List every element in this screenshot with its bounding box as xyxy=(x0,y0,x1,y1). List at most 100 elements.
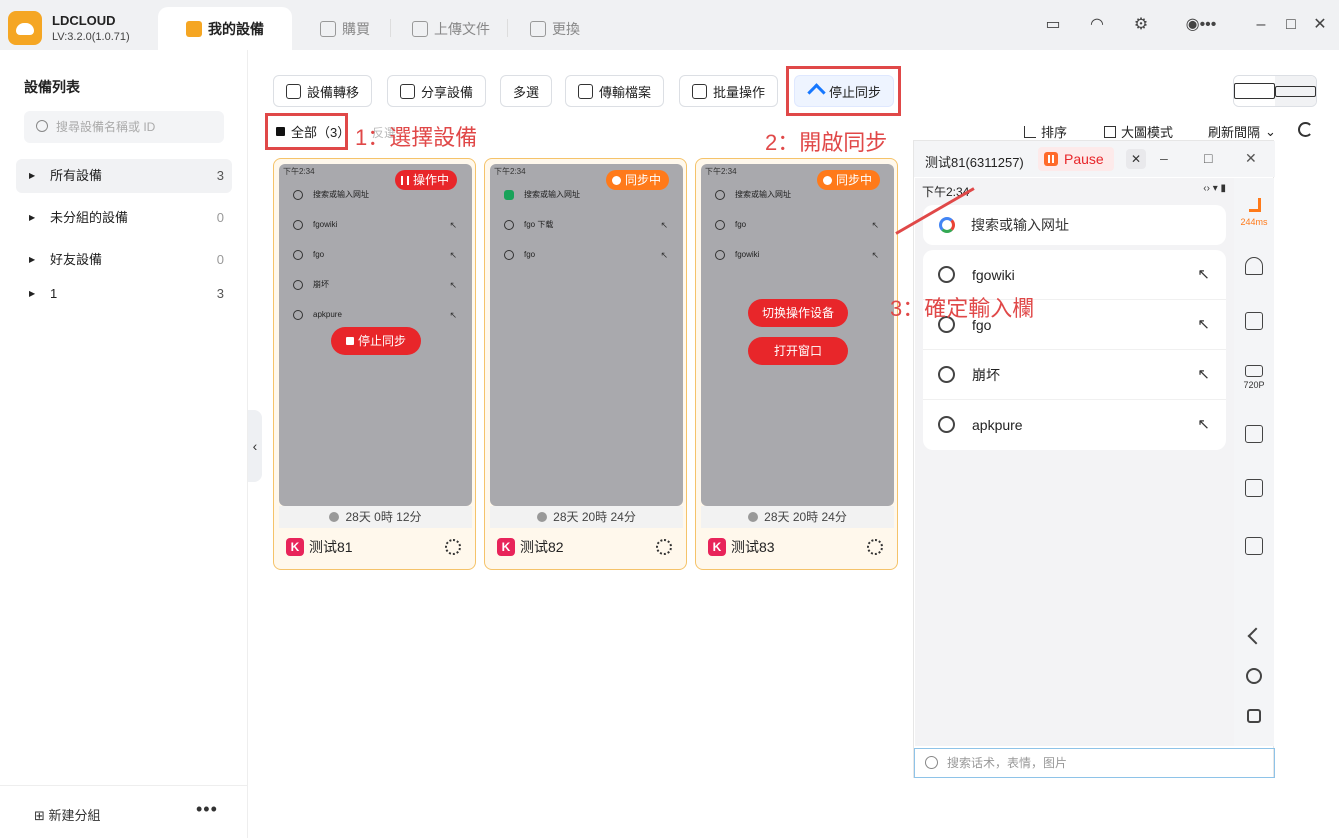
maximize-icon[interactable]: □ xyxy=(1204,150,1212,166)
multi-select-button[interactable]: 多選 xyxy=(500,75,553,107)
stack-icon xyxy=(692,83,707,99)
history-row[interactable]: 崩坏 ↖ xyxy=(923,350,1226,400)
device-side-toolbar: 244ms 720P xyxy=(1234,178,1274,746)
fullscreen-tool[interactable] xyxy=(1244,536,1264,556)
volume-down-tool[interactable] xyxy=(1244,478,1264,498)
hd-icon xyxy=(1245,365,1263,377)
landscape-icon xyxy=(1275,85,1316,97)
keyboard-tool[interactable] xyxy=(1244,311,1264,331)
arrow-icon[interactable]: ↖ xyxy=(1197,300,1210,350)
device-search-input[interactable]: 搜尋設備名稱或 ID xyxy=(24,111,224,143)
google-icon xyxy=(715,190,725,200)
pin-tool[interactable] xyxy=(1244,256,1264,276)
sidebar-item-friends[interactable]: ▶ 好友設備 0 xyxy=(16,243,232,277)
device-screen[interactable]: 下午2:34 搜索或输入网址 fgowiki ↖ fgo ↖ 崩坏 ↖ apkpure… xyxy=(279,164,472,506)
new-group-button[interactable]: ⊞ 新建分組 xyxy=(34,805,101,824)
recent-apps-icon[interactable] xyxy=(1247,709,1261,723)
badge-label: 同步中 xyxy=(625,173,662,187)
volume-up-tool[interactable] xyxy=(1244,424,1264,444)
browser-search-input[interactable]: 搜索或输入网址 xyxy=(923,205,1226,245)
row-label: 搜索或输入网址 xyxy=(524,190,580,199)
message-icon[interactable]: ▭ xyxy=(1042,14,1064,36)
history-row: fgowiki ↖ xyxy=(709,244,887,266)
support-icon[interactable]: ◠ xyxy=(1086,14,1108,36)
button-label: 批量操作 xyxy=(713,84,766,100)
device-name-label: 测试81 xyxy=(309,539,353,555)
share-device-button[interactable]: 分享設備 xyxy=(387,75,487,107)
device-name: K 测试83 xyxy=(708,537,775,557)
tab-purchase[interactable]: 購買 xyxy=(320,7,370,50)
quality-tool[interactable]: 720P xyxy=(1243,364,1265,390)
home-icon[interactable] xyxy=(1246,668,1262,684)
arrow-icon[interactable]: ↖ xyxy=(1197,350,1210,400)
close-tab-icon[interactable]: ✕ xyxy=(1126,149,1146,169)
minimize-icon[interactable]: – xyxy=(1250,14,1272,36)
chevron-down-icon: ⌄ xyxy=(1265,123,1276,139)
input-placeholder: 搜索话术，表情，图片 xyxy=(947,756,1068,770)
signal-tool[interactable]: 244ms xyxy=(1240,196,1268,227)
refresh-interval-dropdown[interactable]: 刷新間隔 ⌄ xyxy=(1208,122,1276,141)
transfer-device-button[interactable]: 設備轉移 xyxy=(273,75,373,107)
history-row: 崩坏 ↖ xyxy=(287,274,465,296)
landscape-view-button[interactable] xyxy=(1275,76,1316,106)
sidebar-item-group-1[interactable]: ▶ 1 3 xyxy=(16,277,232,311)
history-row: fgo ↖ xyxy=(498,244,676,266)
sidebar-item-ungrouped[interactable]: ▶ 未分組的設備 0 xyxy=(16,201,232,235)
stop-sync-overlay-button[interactable]: 停止同步 xyxy=(331,327,421,355)
device-window-title: 测试81(6311257) xyxy=(925,155,1024,170)
sidebar-item-label: 未分組的設備 xyxy=(50,210,129,225)
history-row: fgo 下载 ↖ xyxy=(498,214,676,236)
device-card-83[interactable]: 下午2:34 搜索或输入网址 fgo ↖ fgowiki ↖ 切换操作设备 打开窗口… xyxy=(695,158,898,570)
arrow-icon: ↖ xyxy=(449,310,457,320)
more-icon[interactable]: ••• xyxy=(196,799,218,820)
device-screen[interactable]: 下午2:34 搜索或输入网址 fgo ↖ fgowiki ↖ 切换操作设备 打开窗口 xyxy=(701,164,894,506)
view-toggle[interactable] xyxy=(1233,75,1317,107)
status-icons: ‹› ▾ ▮ xyxy=(1203,183,1226,194)
big-mode-label: 大圖模式 xyxy=(1121,125,1174,140)
close-icon[interactable]: ✕ xyxy=(1309,14,1331,36)
device-card-81[interactable]: 下午2:34 搜索或输入网址 fgowiki ↖ fgo ↖ 崩坏 ↖ apkpure… xyxy=(273,158,476,570)
maximize-icon[interactable]: □ xyxy=(1280,14,1302,36)
refresh-icon[interactable] xyxy=(1298,122,1313,137)
gear-icon[interactable] xyxy=(656,539,672,555)
device-screen-large[interactable]: 下午2:34 ‹› ▾ ▮ 搜索或输入网址 fgowiki ↖ fgo ↖ 崩坏 ↖ … xyxy=(915,178,1234,746)
tab-my-devices[interactable]: 我的設備 xyxy=(158,7,292,50)
minimize-icon[interactable]: – xyxy=(1160,150,1168,166)
device-card-82[interactable]: 下午2:34 搜索或输入网址 fgo 下载 ↖ fgo ↖ 同步中 28天 20時 … xyxy=(484,158,687,570)
sort-button[interactable]: 排序 xyxy=(1024,122,1067,141)
collapse-sidebar-button[interactable]: ‹ xyxy=(248,410,262,482)
batch-operation-button[interactable]: 批量操作 xyxy=(679,75,779,107)
tab-upload[interactable]: 上傳文件 xyxy=(412,7,490,50)
pause-icon xyxy=(1044,152,1058,166)
sidebar-footer: ⊞ 新建分組 ••• xyxy=(0,785,248,838)
close-icon[interactable]: ✕ xyxy=(1245,150,1257,167)
history-icon xyxy=(293,250,303,260)
gear-icon[interactable] xyxy=(867,539,883,555)
avatar[interactable]: ◉••• xyxy=(1178,14,1224,36)
pause-button[interactable]: Pause xyxy=(1038,147,1114,171)
arrow-icon[interactable]: ↖ xyxy=(1197,400,1210,450)
switch-operating-device-button[interactable]: 切换操作设备 xyxy=(748,299,848,327)
settings-icon[interactable]: ⚙ xyxy=(1130,14,1152,36)
arrow-icon: ↖ xyxy=(449,250,457,260)
device-screen[interactable]: 下午2:34 搜索或输入网址 fgo 下载 ↖ fgo ↖ xyxy=(490,164,683,506)
pause-icon xyxy=(401,175,409,185)
tab-replace[interactable]: 更換 xyxy=(530,7,580,50)
upload-icon xyxy=(412,20,428,37)
tab-label: 我的設備 xyxy=(208,20,264,37)
sort-icon xyxy=(1024,125,1036,138)
sidebar-item-all-devices[interactable]: ▶ 所有設備 3 xyxy=(16,159,232,193)
open-window-button[interactable]: 打开窗口 xyxy=(748,337,848,365)
gear-icon[interactable] xyxy=(445,539,461,555)
big-mode-button[interactable]: 大圖模式 xyxy=(1104,122,1173,141)
phrase-search-input[interactable]: 搜索话术，表情，图片 xyxy=(914,748,1275,778)
sort-label: 排序 xyxy=(1041,125,1068,140)
back-icon[interactable] xyxy=(1247,627,1265,645)
portrait-view-button[interactable] xyxy=(1234,76,1275,106)
badge-label: 同步中 xyxy=(836,173,873,187)
arrow-icon[interactable]: ↖ xyxy=(1197,250,1210,300)
device-name-label: 测试83 xyxy=(731,539,775,555)
transfer-file-button[interactable]: 傳輸檔案 xyxy=(565,75,665,107)
history-icon xyxy=(504,220,514,230)
history-row[interactable]: apkpure ↖ xyxy=(923,400,1226,450)
